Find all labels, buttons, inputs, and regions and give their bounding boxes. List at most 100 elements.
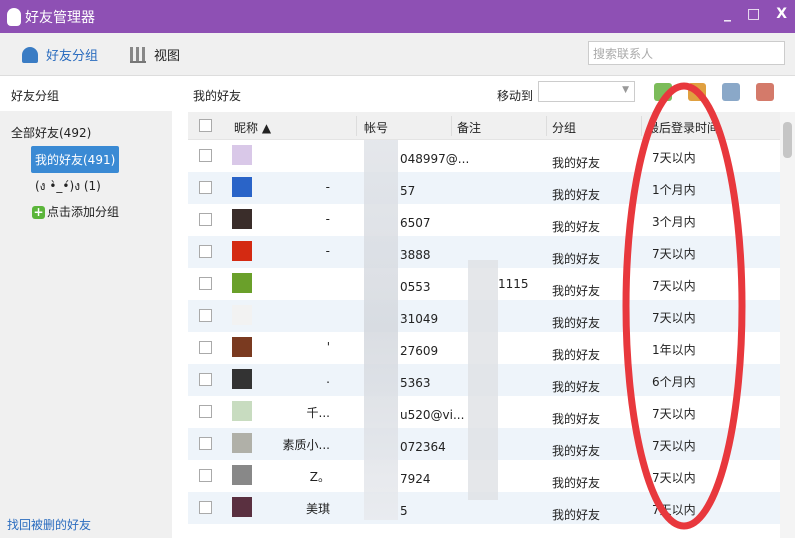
table-row[interactable]: - 57 我的好友 1个月内 bbox=[188, 172, 780, 204]
avatar bbox=[232, 497, 252, 517]
row-checkbox[interactable] bbox=[199, 213, 212, 226]
select-all-checkbox[interactable] bbox=[199, 119, 212, 132]
group: 我的好友 bbox=[552, 188, 601, 202]
col-last-login[interactable]: 最后登录时间 bbox=[647, 119, 719, 136]
add-friend-icon[interactable] bbox=[688, 83, 706, 101]
group-all[interactable]: 全部好友(492) bbox=[11, 124, 91, 141]
nickname: - bbox=[325, 180, 330, 194]
avatar bbox=[232, 145, 252, 165]
group-my-friends[interactable]: 我的好友(491) bbox=[31, 146, 120, 173]
account: 048997@... bbox=[400, 152, 470, 166]
redaction-blur bbox=[364, 140, 398, 520]
row-checkbox[interactable] bbox=[199, 149, 212, 162]
move-to-label: 移动到 bbox=[497, 89, 534, 103]
group: 我的好友 bbox=[552, 508, 601, 522]
nickname: 千... bbox=[306, 406, 330, 420]
search-input[interactable]: 搜索联系人 bbox=[588, 41, 785, 65]
plus-icon: + bbox=[32, 205, 45, 219]
group: 我的好友 bbox=[552, 156, 601, 170]
qq-logo-icon bbox=[7, 7, 21, 26]
delete-friend-icon[interactable] bbox=[756, 83, 774, 101]
table-row[interactable]: 048997@... 我的好友 7天以内 bbox=[188, 140, 780, 172]
nickname: 美琪 bbox=[305, 502, 330, 516]
add-group-button[interactable]: + 点击添加分组 bbox=[32, 203, 119, 220]
account: 5 bbox=[400, 504, 408, 518]
last-login: 3个月内 bbox=[652, 215, 696, 229]
row-checkbox[interactable] bbox=[199, 277, 212, 290]
row-checkbox[interactable] bbox=[199, 405, 212, 418]
row-checkbox[interactable] bbox=[199, 309, 212, 322]
account: 0553 bbox=[400, 280, 431, 294]
account: 27609 bbox=[400, 344, 439, 358]
group: 我的好友 bbox=[552, 284, 601, 298]
col-note[interactable]: 备注 bbox=[457, 119, 481, 136]
row-checkbox[interactable] bbox=[199, 341, 212, 354]
account: 6507 bbox=[400, 216, 431, 230]
nickname: 素质小... bbox=[282, 438, 330, 452]
user-options-icon[interactable] bbox=[722, 83, 740, 101]
last-login: 7天以内 bbox=[652, 279, 696, 293]
row-checkbox[interactable] bbox=[199, 437, 212, 450]
sidebar: 好友分组 全部好友(492) 我的好友(491) (ง •̀_•́)ง (1) … bbox=[0, 77, 172, 538]
last-login: 1年以内 bbox=[652, 343, 696, 357]
minimize-button[interactable]: _ bbox=[724, 6, 731, 22]
account: 57 bbox=[400, 184, 416, 198]
last-login: 7天以内 bbox=[652, 311, 696, 325]
group: 我的好友 bbox=[552, 476, 601, 490]
sidebar-header: 好友分组 bbox=[0, 77, 172, 111]
avatar bbox=[232, 401, 252, 421]
group-custom[interactable]: (ง •̀_•́)ง (1) bbox=[35, 177, 101, 196]
recover-deleted-link[interactable]: 找回被删的好友 bbox=[7, 516, 91, 533]
row-checkbox[interactable] bbox=[199, 373, 212, 386]
tab-label: 视图 bbox=[154, 49, 181, 64]
move-to-select[interactable] bbox=[538, 81, 635, 102]
account: 072364 bbox=[400, 440, 446, 454]
tab-view[interactable]: 视图 bbox=[130, 45, 180, 64]
account: 7924 bbox=[400, 472, 431, 486]
export-icon[interactable] bbox=[654, 83, 672, 101]
last-login: 7天以内 bbox=[652, 471, 696, 485]
last-login: 6个月内 bbox=[652, 375, 696, 389]
tab-friend-groups[interactable]: 好友分组 bbox=[22, 45, 98, 64]
avatar bbox=[232, 273, 252, 293]
title-bar: 好友管理器 _ □ X bbox=[0, 0, 795, 33]
group: 我的好友 bbox=[552, 380, 601, 394]
tab-label: 好友分组 bbox=[46, 49, 99, 64]
group-title: 我的好友 bbox=[193, 89, 242, 103]
col-nickname[interactable]: 昵称 ▲ bbox=[234, 119, 271, 136]
toolbar: 好友分组 视图 搜索联系人 bbox=[0, 33, 795, 76]
col-group[interactable]: 分组 bbox=[552, 119, 576, 136]
table-row[interactable]: - 6507 我的好友 3个月内 bbox=[188, 204, 780, 236]
row-checkbox[interactable] bbox=[199, 501, 212, 514]
note: 1115 bbox=[498, 277, 529, 291]
group: 我的好友 bbox=[552, 220, 601, 234]
group: 我的好友 bbox=[552, 412, 601, 426]
users-icon bbox=[22, 46, 38, 63]
close-button[interactable]: X bbox=[776, 6, 787, 22]
last-login: 7天以内 bbox=[652, 407, 696, 421]
group: 我的好友 bbox=[552, 252, 601, 266]
nickname: ' bbox=[326, 340, 330, 354]
avatar bbox=[232, 337, 252, 357]
nickname: - bbox=[325, 212, 330, 226]
avatar bbox=[232, 369, 252, 389]
table-header: 昵称 ▲ 帐号 备注 分组 最后登录时间 bbox=[188, 112, 780, 140]
avatar bbox=[232, 305, 252, 325]
account: u520@vi... bbox=[400, 408, 465, 422]
maximize-button[interactable]: □ bbox=[747, 6, 760, 22]
row-checkbox[interactable] bbox=[199, 469, 212, 482]
group: 我的好友 bbox=[552, 316, 601, 330]
last-login: 1个月内 bbox=[652, 183, 696, 197]
avatar bbox=[232, 433, 252, 453]
scrollbar-thumb[interactable] bbox=[783, 122, 792, 158]
row-checkbox[interactable] bbox=[199, 181, 212, 194]
nickname: - bbox=[325, 244, 330, 258]
nickname: . bbox=[326, 372, 330, 386]
scrollbar[interactable] bbox=[780, 112, 795, 538]
col-account[interactable]: 帐号 bbox=[364, 119, 388, 136]
add-group-label: 点击添加分组 bbox=[47, 205, 120, 219]
group: 我的好友 bbox=[552, 348, 601, 362]
row-checkbox[interactable] bbox=[199, 245, 212, 258]
last-login: 7天以内 bbox=[652, 151, 696, 165]
account: 5363 bbox=[400, 376, 431, 390]
